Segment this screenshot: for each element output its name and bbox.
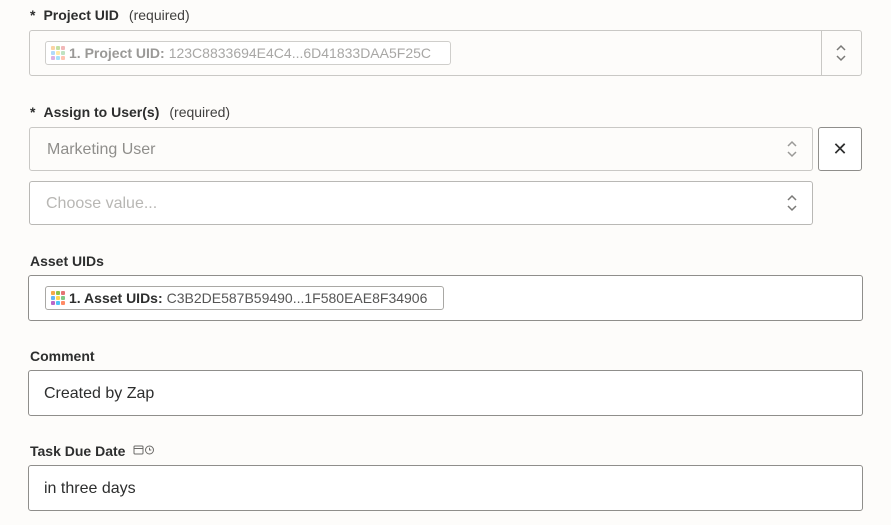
asset-uids-pill-value: C3B2DE587B59490...1F580EAE8F34906: [166, 290, 428, 306]
assign-users-label-text: Assign to User(s): [43, 104, 160, 120]
assign-user-select[interactable]: Marketing User: [29, 127, 813, 171]
required-hint: (required): [128, 7, 190, 23]
comment-label: Comment: [30, 348, 95, 364]
close-icon: ✕: [832, 138, 848, 159]
project-uid-label-text: Project UID: [43, 7, 119, 23]
project-uid-pill-value: 123C8833694E4C4...6D41833DAA5F25C: [168, 45, 431, 61]
remove-user-button[interactable]: ✕: [818, 127, 862, 171]
asset-uids-pill-key: 1. Asset UIDs:: [69, 290, 163, 306]
task-due-date-label: Task Due Date: [30, 443, 155, 459]
project-uid-pill-key: 1. Project UID:: [69, 45, 165, 61]
assign-users-label: * Assign to User(s) (required): [30, 104, 230, 120]
comment-value: Created by Zap: [44, 385, 155, 402]
asset-uids-label: Asset UIDs: [30, 253, 104, 269]
required-asterisk: *: [30, 104, 36, 120]
project-uid-pill[interactable]: 1. Project UID: 123C8833694E4C4...6D4183…: [45, 41, 451, 65]
app-icon: [51, 291, 65, 305]
project-uid-label: * Project UID (required): [30, 7, 190, 23]
chevron-up-down-icon[interactable]: [786, 139, 798, 159]
required-asterisk: *: [30, 7, 36, 23]
choose-value-placeholder: Choose value...: [46, 195, 158, 212]
comment-input[interactable]: Created by Zap: [28, 370, 863, 416]
app-icon: [51, 46, 65, 60]
asset-uids-pill[interactable]: 1. Asset UIDs: C3B2DE587B59490...1F580EA…: [45, 286, 444, 310]
task-due-date-label-text: Task Due Date: [30, 443, 126, 459]
chevron-up-down-icon[interactable]: [786, 193, 798, 213]
comment-label-text: Comment: [30, 348, 95, 364]
task-due-date-value: in three days: [44, 480, 136, 497]
asset-uids-label-text: Asset UIDs: [30, 253, 104, 269]
assign-user-select-empty[interactable]: Choose value...: [29, 181, 813, 225]
required-hint: (required): [169, 104, 231, 120]
project-uid-divider: [821, 31, 822, 75]
task-due-date-input[interactable]: in three days: [28, 465, 863, 511]
calendar-clock-icon: [133, 444, 155, 456]
assign-user-selected-value: Marketing User: [47, 141, 156, 158]
chevron-up-down-icon[interactable]: [835, 43, 847, 63]
